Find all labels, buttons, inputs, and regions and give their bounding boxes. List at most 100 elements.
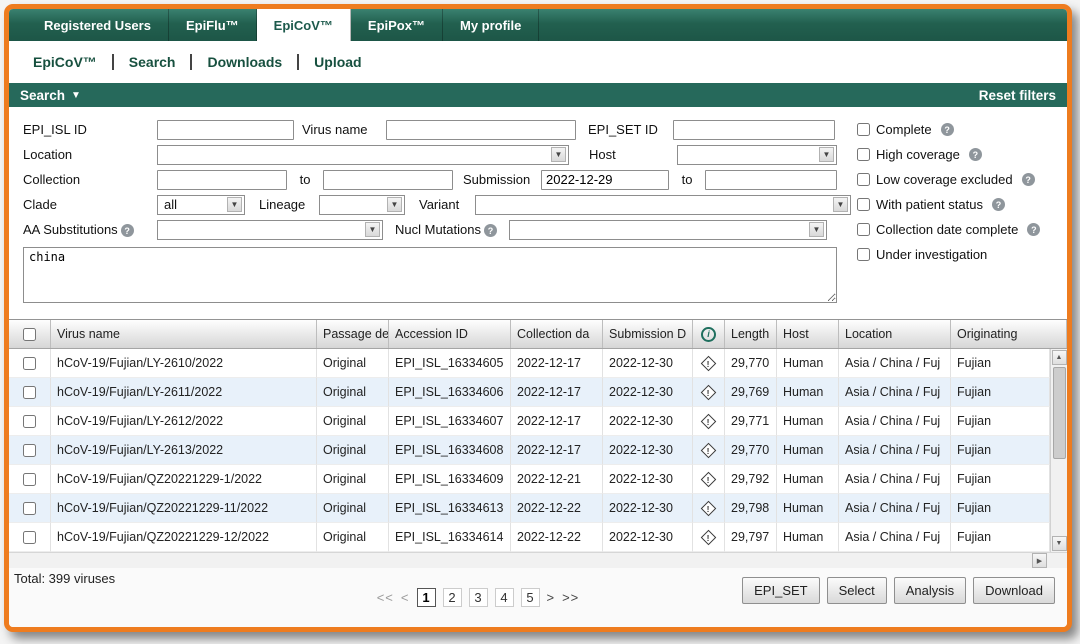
aa-substitutions-select[interactable]: ▼ <box>157 219 383 240</box>
header-virus-name[interactable]: Virus name <box>51 320 317 348</box>
table-row[interactable]: hCoV-19/Fujian/LY-2612/2022 Original EPI… <box>9 407 1050 436</box>
high-coverage-checkbox[interactable] <box>857 148 870 161</box>
clade-select[interactable]: all ▼ <box>157 194 245 215</box>
scroll-down-icon[interactable]: ▼ <box>1051 536 1067 551</box>
variant-select[interactable]: ▼ <box>475 194 851 215</box>
pagination-first[interactable]: << <box>377 590 394 605</box>
warning-icon[interactable]: ! <box>700 413 717 429</box>
pagination-next[interactable]: > <box>547 590 556 605</box>
warning-icon[interactable]: ! <box>700 500 717 516</box>
help-icon[interactable]: ? <box>120 224 134 238</box>
header-location[interactable]: Location <box>839 320 951 348</box>
table-row[interactable]: hCoV-19/Fujian/QZ20221229-12/2022 Origin… <box>9 523 1050 552</box>
pagination-page-2[interactable]: 2 <box>442 588 462 607</box>
help-icon[interactable]: ? <box>483 224 497 238</box>
select-button[interactable]: Select <box>826 577 887 604</box>
pagination: << < 1 2 3 4 5 > >> <box>377 588 580 607</box>
analysis-button[interactable]: Analysis <box>893 577 967 604</box>
lineage-select[interactable]: ▼ <box>319 194 405 215</box>
row-checkbox[interactable] <box>23 530 36 544</box>
subnav-item-downloads[interactable]: Downloads <box>207 54 282 70</box>
scroll-right-icon[interactable]: ▶ <box>1032 553 1047 568</box>
help-icon[interactable]: ? <box>991 198 1005 211</box>
pagination-page-1[interactable]: 1 <box>416 588 436 607</box>
tab-my-profile[interactable]: My profile <box>443 9 540 41</box>
row-checkbox[interactable] <box>23 443 36 457</box>
help-icon[interactable]: ? <box>1027 223 1041 236</box>
epi-set-id-input[interactable] <box>673 119 835 140</box>
cell-submission-date: 2022-12-30 <box>603 407 693 436</box>
select-all-checkbox[interactable] <box>23 327 36 341</box>
complete-checkbox[interactable] <box>857 123 870 136</box>
tab-registered-users[interactable]: Registered Users <box>27 9 169 41</box>
reset-filters-button[interactable]: Reset filters <box>979 88 1056 103</box>
keyword-search-textarea[interactable]: china <box>23 247 837 303</box>
table-row[interactable]: hCoV-19/Fujian/QZ20221229-1/2022 Origina… <box>9 465 1050 494</box>
row-checkbox[interactable] <box>23 472 36 486</box>
info-icon[interactable]: i <box>701 326 716 342</box>
tab-epiflu[interactable]: EpiFlu™ <box>169 9 257 41</box>
cell-submission-date: 2022-12-30 <box>603 494 693 523</box>
header-host[interactable]: Host <box>777 320 839 348</box>
download-button[interactable]: Download <box>973 577 1055 604</box>
tab-epicov[interactable]: EpiCoV™ <box>256 9 351 41</box>
search-panel-toggle[interactable]: Search ▼ <box>20 88 81 103</box>
virus-name-input[interactable] <box>386 119 576 140</box>
scrollbar-thumb[interactable] <box>1052 367 1066 459</box>
horizontal-scrollbar[interactable]: ▶ <box>9 552 1067 568</box>
cell-collection-date: 2022-12-17 <box>511 349 603 378</box>
warning-icon[interactable]: ! <box>700 442 717 458</box>
help-icon[interactable]: ? <box>1021 173 1035 186</box>
location-select[interactable]: ▼ <box>157 144 569 165</box>
warning-icon[interactable]: ! <box>700 355 717 371</box>
header-length[interactable]: Length <box>725 320 777 348</box>
collection-from-input[interactable] <box>157 169 287 190</box>
cell-originating-lab: Fujian <box>951 494 1050 523</box>
vertical-scrollbar[interactable]: ▲ ▼ <box>1050 349 1067 552</box>
subnav-divider <box>190 54 193 70</box>
pagination-page-3[interactable]: 3 <box>468 588 488 607</box>
row-checkbox[interactable] <box>23 501 36 515</box>
subnav-item-upload[interactable]: Upload <box>314 54 361 70</box>
warning-icon[interactable]: ! <box>700 384 717 400</box>
low-coverage-excluded-checkbox[interactable] <box>857 173 870 186</box>
warning-icon[interactable]: ! <box>700 529 717 545</box>
submission-from-input[interactable] <box>541 169 669 190</box>
table-row[interactable]: hCoV-19/Fujian/LY-2611/2022 Original EPI… <box>9 378 1050 407</box>
submission-to-input[interactable] <box>705 169 837 190</box>
header-passage[interactable]: Passage de <box>317 320 389 348</box>
pagination-prev[interactable]: < <box>401 590 410 605</box>
help-icon[interactable]: ? <box>940 123 954 136</box>
pagination-page-5[interactable]: 5 <box>520 588 540 607</box>
warning-icon[interactable]: ! <box>700 471 717 487</box>
pagination-page-4[interactable]: 4 <box>494 588 514 607</box>
scroll-up-icon[interactable]: ▲ <box>1051 350 1067 365</box>
collection-date-complete-checkbox[interactable] <box>857 223 870 236</box>
header-collection-date[interactable]: Collection da <box>511 320 603 348</box>
cell-info: ! <box>693 523 725 552</box>
help-icon[interactable]: ? <box>968 148 982 161</box>
host-select[interactable]: ▼ <box>677 144 837 165</box>
table-row[interactable]: hCoV-19/Fujian/LY-2610/2022 Original EPI… <box>9 349 1050 378</box>
row-checkbox[interactable] <box>23 414 36 428</box>
with-patient-status-checkbox[interactable] <box>857 198 870 211</box>
epi-set-button[interactable]: EPI_SET <box>742 577 820 604</box>
collection-to-input[interactable] <box>323 169 453 190</box>
header-originating-lab[interactable]: Originating <box>951 320 1067 348</box>
epicov-window: Registered Users EpiFlu™ EpiCoV™ EpiPox™… <box>4 4 1072 632</box>
table-row[interactable]: hCoV-19/Fujian/LY-2613/2022 Original EPI… <box>9 436 1050 465</box>
under-investigation-checkbox[interactable] <box>857 248 870 261</box>
row-checkbox[interactable] <box>23 385 36 399</box>
cell-length: 29,769 <box>725 378 777 407</box>
subnav-item-epicov[interactable]: EpiCoV™ <box>33 54 97 70</box>
tab-epipox[interactable]: EpiPox™ <box>351 9 443 41</box>
row-checkbox[interactable] <box>23 356 36 370</box>
epi-isl-id-input[interactable] <box>157 119 294 140</box>
nucl-mutations-select[interactable]: ▼ <box>509 219 827 240</box>
header-accession-id[interactable]: Accession ID <box>389 320 511 348</box>
row-select-cell <box>9 523 51 552</box>
header-submission-date[interactable]: Submission D <box>603 320 693 348</box>
table-row[interactable]: hCoV-19/Fujian/QZ20221229-11/2022 Origin… <box>9 494 1050 523</box>
subnav-item-search[interactable]: Search <box>129 54 176 70</box>
pagination-last[interactable]: >> <box>562 590 579 605</box>
